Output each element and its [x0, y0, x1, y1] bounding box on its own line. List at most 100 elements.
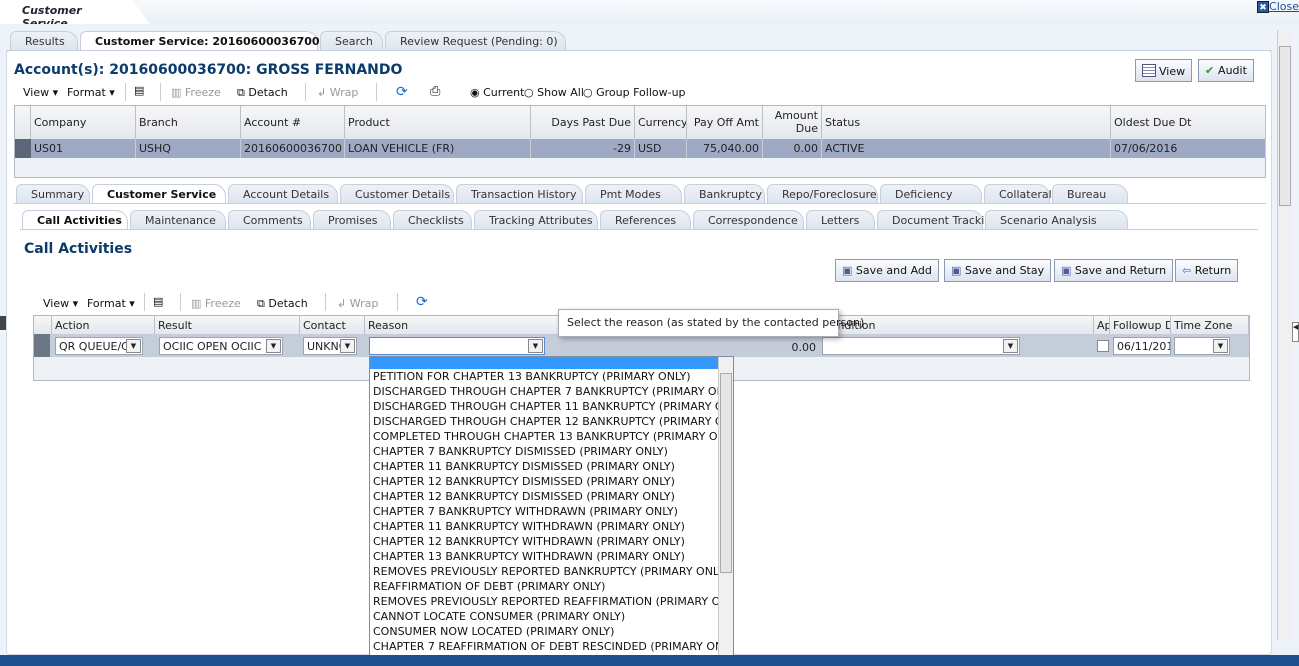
view-button[interactable]: View [1135, 59, 1193, 82]
detach-button[interactable]: ⧉ Detach [237, 86, 288, 100]
tab-tracking-attributes[interactable]: Tracking Attributes [474, 210, 598, 229]
tab-call-activities[interactable]: Call Activities [22, 210, 128, 229]
tab-summary[interactable]: Summary [16, 184, 90, 203]
view-menu[interactable]: View ▾ [23, 86, 58, 99]
reason-option[interactable]: CHAPTER 12 BANKRUPTCY WITHDRAWN (PRIMARY… [370, 534, 718, 549]
tab-transaction-history[interactable]: Transaction History [456, 184, 583, 203]
format-menu[interactable]: Format ▾ [87, 297, 135, 310]
col-header[interactable]: Pay Off Amt [687, 106, 763, 139]
reason-option[interactable]: CHAPTER 12 BANKRUPTCY DISMISSED (PRIMARY… [370, 489, 718, 504]
contact-select[interactable]: UNKNO ▼ [303, 337, 357, 355]
tab-bureau[interactable]: Bureau [1052, 184, 1128, 203]
reason-option[interactable]: CHAPTER 11 BANKRUPTCY WITHDRAWN (PRIMARY… [370, 519, 718, 534]
query-filter-icon[interactable]: ▤ [153, 295, 163, 308]
col-header[interactable]: Product [345, 106, 531, 139]
wrap-button[interactable]: ↲ Wrap [337, 297, 378, 310]
reason-option[interactable]: DISCHARGED THROUGH CHAPTER 11 BANKRUPTCY… [370, 399, 733, 414]
detach-button[interactable]: ⧉ Detach [257, 297, 308, 311]
tab-correspondence[interactable]: Correspondence [693, 210, 804, 229]
refresh-icon[interactable]: ⟳ [416, 294, 428, 310]
save-and-add-button[interactable]: ▣ Save and Add [835, 259, 939, 282]
chevron-down-icon[interactable]: ▼ [126, 339, 141, 353]
tab-customer-service-20160600036700[interactable]: Customer Service: 20160600036700 [80, 31, 320, 50]
radio-current[interactable]: ◉ Current [470, 86, 524, 99]
reason-option[interactable]: REMOVES PREVIOUSLY REPORTED REAFFIRMATIO… [370, 594, 733, 609]
reason-option[interactable]: COMPLETED THROUGH CHAPTER 13 BANKRUPTCY … [370, 429, 733, 444]
reason-option[interactable]: REMOVES PREVIOUSLY REPORTED BANKRUPTCY (… [370, 564, 729, 579]
freeze-button[interactable]: ▥ Freeze [171, 86, 221, 99]
page-scrollbar[interactable] [1277, 30, 1292, 640]
wrap-button[interactable]: ↲ Wrap [317, 86, 358, 99]
col-header[interactable]: Branch [136, 106, 241, 139]
col-contact[interactable]: Contact [300, 316, 365, 334]
tab-customer-service[interactable]: Customer Service [92, 184, 226, 203]
tab-search[interactable]: Search [320, 31, 383, 50]
tab-repo-foreclosure[interactable]: Repo/Foreclosure [767, 184, 878, 203]
condition-select[interactable]: ▼ [822, 337, 1020, 355]
chevron-down-icon[interactable]: ▼ [528, 339, 543, 353]
col-header[interactable]: Currency [635, 106, 687, 139]
print-icon[interactable]: ⎙ [430, 84, 440, 99]
chevron-down-icon[interactable]: ▼ [340, 339, 355, 353]
reason-option[interactable]: REAFFIRMATION OF DEBT (PRIMARY ONLY) [370, 579, 718, 594]
save-and-stay-button[interactable]: ▣ Save and Stay [944, 259, 1052, 282]
col-ap[interactable]: Ap [1094, 316, 1110, 334]
reason-option[interactable]: CHAPTER 7 REAFFIRMATION OF DEBT RESCINDE… [370, 639, 733, 654]
radio-group-followup[interactable]: ○ Group Follow-up [583, 86, 686, 99]
tab-account-details[interactable]: Account Details [228, 184, 338, 203]
tab-document-tracking[interactable]: Document Tracking [877, 210, 998, 229]
audit-button[interactable]: ✔ Audit [1198, 59, 1254, 82]
collapse-left-handle[interactable] [0, 316, 6, 330]
reason-option[interactable]: CHAPTER 7 BANKRUPTCY DISMISSED (PRIMARY … [370, 444, 718, 459]
row-selector[interactable] [34, 334, 50, 357]
col-time-zone[interactable]: Time Zone [1171, 316, 1249, 334]
reason-option[interactable]: DISCHARGED THROUGH CHAPTER 7 BANKRUPTCY … [370, 384, 733, 399]
row-selector[interactable] [15, 139, 31, 158]
chevron-down-icon[interactable]: ▼ [1003, 339, 1018, 353]
collapse-right-handle[interactable]: ◀ [1292, 322, 1299, 342]
tab-promises[interactable]: Promises [313, 210, 391, 229]
reason-option[interactable]: CONSUMER NOW LOCATED (PRIMARY ONLY) [370, 624, 718, 639]
radio-show-all[interactable]: ○ Show All [524, 86, 584, 99]
tab-pmt-modes[interactable]: Pmt Modes [585, 184, 682, 203]
action-select[interactable]: QR QUEUE/CO ▼ [55, 337, 143, 355]
ap-checkbox[interactable] [1097, 340, 1109, 352]
tab-scenario-analysis[interactable]: Scenario Analysis [985, 210, 1128, 229]
col-header[interactable]: Company [31, 106, 136, 139]
reason-select[interactable]: ▼ [369, 337, 545, 355]
col-followup-dt[interactable]: Followup Dt [1110, 316, 1171, 334]
tab-checklists[interactable]: Checklists [393, 210, 472, 229]
chevron-down-icon[interactable]: ▼ [1213, 339, 1228, 353]
tab-results[interactable]: Results [10, 31, 78, 50]
view-menu[interactable]: View ▾ [43, 297, 78, 310]
reason-option[interactable]: PETITION FOR CHAPTER 13 BANKRUPTCY (PRIM… [370, 369, 718, 384]
tab-comments[interactable]: Comments [228, 210, 311, 229]
reason-option[interactable]: DISCHARGED THROUGH CHAPTER 12 BANKRUPTCY… [370, 414, 733, 429]
col-header[interactable]: Oldest Due Dt [1111, 106, 1266, 139]
save-and-return-button[interactable]: ▣ Save and Return [1054, 259, 1174, 282]
tab-maintenance[interactable]: Maintenance [130, 210, 226, 229]
chevron-down-icon[interactable]: ▼ [266, 339, 281, 353]
scroll-thumb[interactable] [720, 373, 732, 573]
return-button[interactable]: ⇦ Return [1175, 259, 1239, 282]
col-header[interactable]: Account # [241, 106, 345, 139]
close-link[interactable]: ✖ Close [1257, 0, 1299, 13]
col-header[interactable]: Status [822, 106, 1111, 139]
result-select[interactable]: OCIIC OPEN OCIIC ▼ [159, 337, 283, 355]
reason-option[interactable]: CHAPTER 7 BANKRUPTCY WITHDRAWN (PRIMARY … [370, 504, 718, 519]
tab-bankruptcy[interactable]: Bankruptcy [684, 184, 765, 203]
tab-references[interactable]: References [600, 210, 691, 229]
format-menu[interactable]: Format ▾ [67, 86, 115, 99]
reason-option[interactable]: CANNOT LOCATE CONSUMER (PRIMARY ONLY) [370, 609, 718, 624]
col-action[interactable]: Action [52, 316, 155, 334]
reason-option[interactable] [370, 357, 718, 369]
col-header[interactable]: Amount Due [763, 106, 822, 139]
tab-deficiency[interactable]: Deficiency [880, 184, 982, 203]
tab-letters[interactable]: Letters [806, 210, 875, 229]
col-header[interactable]: Days Past Due [531, 106, 635, 139]
tab-collateral[interactable]: Collateral [984, 184, 1052, 203]
tab-review-request-pending-0-[interactable]: Review Request (Pending: 0) [385, 31, 566, 50]
refresh-icon[interactable]: ⟳ [396, 84, 408, 100]
time-zone-select[interactable]: ▼ [1174, 337, 1230, 355]
scroll-thumb[interactable] [1279, 46, 1291, 206]
